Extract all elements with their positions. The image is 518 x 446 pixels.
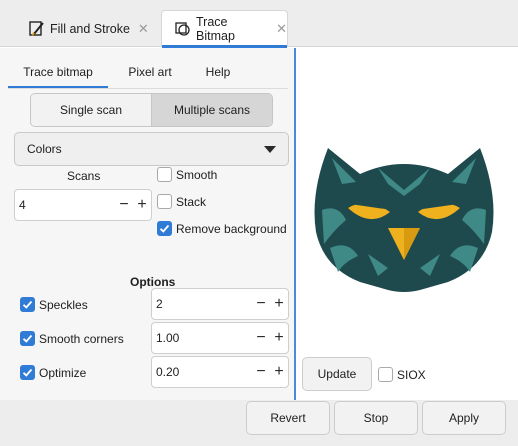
- smooth-checkbox[interactable]: Smooth: [157, 167, 217, 182]
- optimize-checkbox[interactable]: Optimize: [20, 365, 86, 380]
- tab-fill-and-stroke[interactable]: Fill and Stroke ✕: [16, 10, 166, 47]
- siox-checkbox[interactable]: SIOX: [378, 367, 426, 382]
- plus-icon[interactable]: +: [133, 197, 151, 213]
- mode-dropdown[interactable]: Colors: [14, 132, 289, 166]
- tab-pixel-art[interactable]: Pixel art: [111, 56, 189, 88]
- tab-trace-bitmap-mode[interactable]: Trace bitmap: [8, 56, 108, 89]
- optimize-value[interactable]: 0.20: [152, 365, 252, 379]
- scans-value[interactable]: 4: [15, 198, 115, 212]
- minus-icon[interactable]: −: [252, 296, 270, 312]
- remove-background-checkbox[interactable]: Remove background: [157, 221, 287, 236]
- checkbox-checked[interactable]: [157, 221, 172, 236]
- smooth-corners-checkbox[interactable]: Smooth corners: [20, 331, 124, 346]
- action-bar: Revert Stop Apply: [0, 400, 518, 446]
- close-icon[interactable]: ✕: [138, 21, 149, 37]
- trace-settings-panel: Trace bitmap Pixel art Help Single scan …: [0, 48, 296, 400]
- close-icon[interactable]: ✕: [276, 21, 287, 37]
- plus-icon[interactable]: +: [270, 364, 288, 380]
- speckles-checkbox[interactable]: Speckles: [20, 297, 88, 312]
- paintbrush-icon: [28, 20, 46, 38]
- trace-preview-area: Update SIOX: [298, 48, 518, 400]
- dock-tab-bar: Fill and Stroke ✕ Trace Bitmap ✕: [0, 0, 518, 48]
- smooth-corners-label: Smooth corners: [39, 331, 124, 346]
- checkmark-icon: [22, 300, 33, 309]
- stack-label: Stack: [176, 194, 207, 209]
- apply-button[interactable]: Apply: [422, 401, 506, 435]
- tab-trace-bitmap-label: Trace Bitmap: [196, 15, 235, 43]
- checkbox-checked[interactable]: [20, 297, 35, 312]
- speckles-stepper[interactable]: 2 − +: [151, 288, 289, 320]
- minus-icon[interactable]: −: [252, 364, 270, 380]
- divider: [8, 88, 288, 89]
- checkbox-box[interactable]: [157, 194, 172, 209]
- sub-tab-bar: Trace bitmap Pixel art Help: [8, 56, 288, 89]
- checkbox-checked[interactable]: [20, 331, 35, 346]
- plus-icon[interactable]: +: [270, 330, 288, 346]
- multiple-scans-button[interactable]: Multiple scans: [151, 94, 272, 126]
- mode-dropdown-value: Colors: [27, 142, 62, 156]
- minus-icon[interactable]: −: [252, 330, 270, 346]
- remove-background-label: Remove background: [176, 221, 287, 236]
- update-button[interactable]: Update: [302, 357, 372, 391]
- stack-checkbox[interactable]: Stack: [157, 194, 206, 209]
- scans-stepper[interactable]: 4 − +: [14, 189, 152, 221]
- checkmark-icon: [159, 224, 170, 233]
- checkbox-box[interactable]: [378, 367, 393, 382]
- single-scan-button[interactable]: Single scan: [31, 94, 151, 126]
- checkmark-icon: [22, 368, 33, 377]
- tab-help[interactable]: Help: [193, 56, 243, 88]
- smooth-corners-stepper[interactable]: 1.00 − +: [151, 322, 289, 354]
- stop-button[interactable]: Stop: [334, 401, 418, 435]
- siox-label: SIOX: [397, 367, 426, 382]
- plus-icon[interactable]: +: [270, 296, 288, 312]
- scan-mode-toggle: Single scan Multiple scans: [30, 93, 273, 127]
- revert-button[interactable]: Revert: [246, 401, 330, 435]
- smooth-label: Smooth: [176, 167, 218, 182]
- tab-trace-bitmap[interactable]: Trace Bitmap ✕: [161, 10, 288, 48]
- options-heading: Options: [130, 275, 176, 289]
- smooth-corners-value[interactable]: 1.00: [152, 331, 252, 345]
- speckles-value[interactable]: 2: [152, 297, 252, 311]
- checkmark-icon: [22, 334, 33, 343]
- checkbox-checked[interactable]: [20, 365, 35, 380]
- optimize-stepper[interactable]: 0.20 − +: [151, 356, 289, 388]
- speckles-label: Speckles: [39, 297, 88, 312]
- checkbox-box[interactable]: [157, 167, 172, 182]
- trace-bitmap-icon: [174, 20, 192, 38]
- chevron-down-icon: [264, 146, 276, 153]
- optimize-label: Optimize: [39, 365, 87, 380]
- scans-label: Scans: [67, 169, 101, 183]
- owl-logo-preview: [314, 148, 494, 292]
- minus-icon[interactable]: −: [115, 197, 133, 213]
- tab-fill-and-stroke-label: Fill and Stroke: [50, 21, 130, 36]
